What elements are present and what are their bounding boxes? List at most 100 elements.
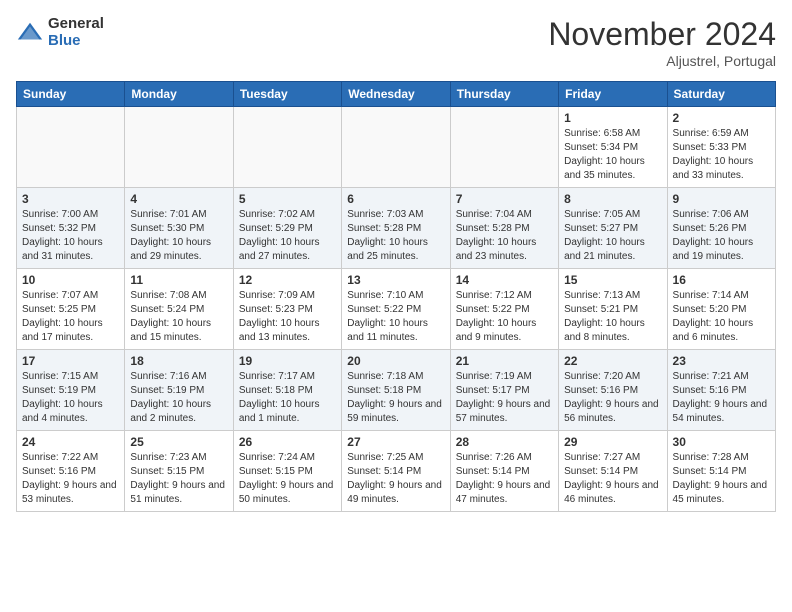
day-header-sunday: Sunday xyxy=(17,82,125,107)
day-number: 17 xyxy=(22,354,119,368)
day-info: Sunrise: 7:20 AMSunset: 5:16 PMDaylight:… xyxy=(564,370,661,426)
logo-general: General xyxy=(48,16,104,33)
day-info: Sunrise: 7:08 AMSunset: 5:24 PMDaylight:… xyxy=(130,289,227,345)
day-number: 30 xyxy=(673,435,770,449)
day-number: 27 xyxy=(347,435,444,449)
calendar-header-row: SundayMondayTuesdayWednesdayThursdayFrid… xyxy=(17,82,776,107)
day-header-thursday: Thursday xyxy=(450,82,558,107)
day-info: Sunrise: 7:19 AMSunset: 5:17 PMDaylight:… xyxy=(456,370,553,426)
day-number: 16 xyxy=(673,273,770,287)
day-number: 7 xyxy=(456,192,553,206)
day-info: Sunrise: 7:24 AMSunset: 5:15 PMDaylight:… xyxy=(239,451,336,507)
day-info: Sunrise: 7:18 AMSunset: 5:18 PMDaylight:… xyxy=(347,370,444,426)
day-number: 11 xyxy=(130,273,227,287)
day-info: Sunrise: 7:17 AMSunset: 5:18 PMDaylight:… xyxy=(239,370,336,426)
day-info: Sunrise: 7:25 AMSunset: 5:14 PMDaylight:… xyxy=(347,451,444,507)
day-number: 23 xyxy=(673,354,770,368)
calendar-cell: 15Sunrise: 7:13 AMSunset: 5:21 PMDayligh… xyxy=(559,269,667,350)
day-info: Sunrise: 7:02 AMSunset: 5:29 PMDaylight:… xyxy=(239,208,336,264)
calendar-cell: 25Sunrise: 7:23 AMSunset: 5:15 PMDayligh… xyxy=(125,431,233,512)
day-number: 3 xyxy=(22,192,119,206)
calendar-cell: 22 Sunrise: 7:20 AMSunset: 5:16 PMDayligh… xyxy=(559,350,667,431)
calendar-cell: 11 Sunrise: 7:08 AMSunset: 5:24 PMDayligh… xyxy=(125,269,233,350)
day-info: Sunrise: 7:21 AMSunset: 5:16 PMDaylight:… xyxy=(673,370,770,426)
day-info: Sunrise: 7:22 AMSunset: 5:16 PMDaylight:… xyxy=(22,451,119,507)
day-header-tuesday: Tuesday xyxy=(233,82,341,107)
calendar-week-row: 24Sunrise: 7:22 AMSunset: 5:16 PMDayligh… xyxy=(17,431,776,512)
day-info: Sunrise: 7:23 AMSunset: 5:15 PMDaylight:… xyxy=(130,451,227,507)
day-info: Sunrise: 7:03 AMSunset: 5:28 PMDaylight:… xyxy=(347,208,444,264)
calendar-cell: 5 Sunrise: 7:02 AMSunset: 5:29 PMDaylight… xyxy=(233,188,341,269)
day-info: Sunrise: 7:01 AMSunset: 5:30 PMDaylight:… xyxy=(130,208,227,264)
day-info: Sunrise: 7:16 AMSunset: 5:19 PMDaylight:… xyxy=(130,370,227,426)
day-header-monday: Monday xyxy=(125,82,233,107)
day-number: 13 xyxy=(347,273,444,287)
calendar-cell: 4 Sunrise: 7:01 AMSunset: 5:30 PMDaylight… xyxy=(125,188,233,269)
calendar-cell: 19 Sunrise: 7:17 AMSunset: 5:18 PMDayligh… xyxy=(233,350,341,431)
day-number: 19 xyxy=(239,354,336,368)
day-number: 4 xyxy=(130,192,227,206)
day-number: 29 xyxy=(564,435,661,449)
calendar-cell: 18 Sunrise: 7:16 AMSunset: 5:19 PMDayligh… xyxy=(125,350,233,431)
day-number: 5 xyxy=(239,192,336,206)
calendar-cell: 14Sunrise: 7:12 AMSunset: 5:22 PMDayligh… xyxy=(450,269,558,350)
calendar-cell: 6 Sunrise: 7:03 AMSunset: 5:28 PMDaylight… xyxy=(342,188,450,269)
day-number: 2 xyxy=(673,111,770,125)
day-number: 21 xyxy=(456,354,553,368)
day-info: Sunrise: 7:27 AMSunset: 5:14 PMDaylight:… xyxy=(564,451,661,507)
calendar-cell: 29 Sunrise: 7:27 AMSunset: 5:14 PMDayligh… xyxy=(559,431,667,512)
logo-blue: Blue xyxy=(48,33,104,50)
calendar-cell: 28 Sunrise: 7:26 AMSunset: 5:14 PMDayligh… xyxy=(450,431,558,512)
calendar-table: SundayMondayTuesdayWednesdayThursdayFrid… xyxy=(16,81,776,512)
day-info: Sunrise: 6:59 AMSunset: 5:33 PMDaylight:… xyxy=(673,127,770,183)
calendar-week-row: 3 Sunrise: 7:00 AMSunset: 5:32 PMDaylight… xyxy=(17,188,776,269)
day-info: Sunrise: 7:28 AMSunset: 5:14 PMDaylight:… xyxy=(673,451,770,507)
calendar-cell: 23 Sunrise: 7:21 AMSunset: 5:16 PMDayligh… xyxy=(667,350,775,431)
day-header-wednesday: Wednesday xyxy=(342,82,450,107)
day-info: Sunrise: 7:15 AMSunset: 5:19 PMDaylight:… xyxy=(22,370,119,426)
calendar-week-row: 17 Sunrise: 7:15 AMSunset: 5:19 PMDayligh… xyxy=(17,350,776,431)
day-number: 28 xyxy=(456,435,553,449)
day-info: Sunrise: 7:07 AMSunset: 5:25 PMDaylight:… xyxy=(22,289,119,345)
day-number: 9 xyxy=(673,192,770,206)
day-info: Sunrise: 7:13 AMSunset: 5:21 PMDaylight:… xyxy=(564,289,661,345)
calendar-cell: 17 Sunrise: 7:15 AMSunset: 5:19 PMDayligh… xyxy=(17,350,125,431)
calendar-cell: 12Sunrise: 7:09 AMSunset: 5:23 PMDayligh… xyxy=(233,269,341,350)
logo-icon xyxy=(16,19,44,47)
day-info: Sunrise: 7:00 AMSunset: 5:32 PMDaylight:… xyxy=(22,208,119,264)
page-header: General Blue November 2024 Aljustrel, Po… xyxy=(16,16,776,69)
month-title: November 2024 xyxy=(548,16,776,53)
calendar-cell xyxy=(233,107,341,188)
calendar-cell: 21 Sunrise: 7:19 AMSunset: 5:17 PMDayligh… xyxy=(450,350,558,431)
calendar-cell: 7 Sunrise: 7:04 AMSunset: 5:28 PMDaylight… xyxy=(450,188,558,269)
calendar-cell: 9 Sunrise: 7:06 AMSunset: 5:26 PMDaylight… xyxy=(667,188,775,269)
calendar-cell xyxy=(17,107,125,188)
calendar-week-row: 1Sunrise: 6:58 AMSunset: 5:34 PMDaylight… xyxy=(17,107,776,188)
day-number: 8 xyxy=(564,192,661,206)
day-header-friday: Friday xyxy=(559,82,667,107)
location: Aljustrel, Portugal xyxy=(548,53,776,69)
day-info: Sunrise: 7:06 AMSunset: 5:26 PMDaylight:… xyxy=(673,208,770,264)
logo: General Blue xyxy=(16,16,104,49)
day-number: 18 xyxy=(130,354,227,368)
day-header-saturday: Saturday xyxy=(667,82,775,107)
calendar-cell: 24Sunrise: 7:22 AMSunset: 5:16 PMDayligh… xyxy=(17,431,125,512)
day-number: 22 xyxy=(564,354,661,368)
calendar-cell: 13Sunrise: 7:10 AMSunset: 5:22 PMDayligh… xyxy=(342,269,450,350)
day-info: Sunrise: 6:58 AMSunset: 5:34 PMDaylight:… xyxy=(564,127,661,183)
day-number: 26 xyxy=(239,435,336,449)
day-info: Sunrise: 7:26 AMSunset: 5:14 PMDaylight:… xyxy=(456,451,553,507)
day-number: 20 xyxy=(347,354,444,368)
day-number: 10 xyxy=(22,273,119,287)
day-number: 6 xyxy=(347,192,444,206)
day-number: 14 xyxy=(456,273,553,287)
day-info: Sunrise: 7:04 AMSunset: 5:28 PMDaylight:… xyxy=(456,208,553,264)
day-info: Sunrise: 7:14 AMSunset: 5:20 PMDaylight:… xyxy=(673,289,770,345)
calendar-cell: 1Sunrise: 6:58 AMSunset: 5:34 PMDaylight… xyxy=(559,107,667,188)
calendar-cell: 20 Sunrise: 7:18 AMSunset: 5:18 PMDayligh… xyxy=(342,350,450,431)
calendar-cell xyxy=(342,107,450,188)
calendar-cell: 8Sunrise: 7:05 AMSunset: 5:27 PMDaylight… xyxy=(559,188,667,269)
calendar-cell: 16 Sunrise: 7:14 AMSunset: 5:20 PMDayligh… xyxy=(667,269,775,350)
title-block: November 2024 Aljustrel, Portugal xyxy=(548,16,776,69)
logo-text: General Blue xyxy=(48,16,104,49)
